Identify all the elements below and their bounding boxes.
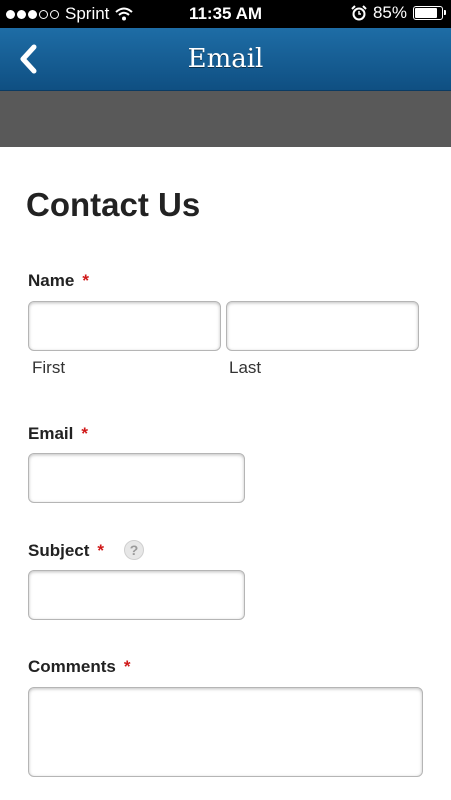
email-field[interactable]	[28, 453, 245, 503]
battery-tip	[444, 10, 446, 15]
help-icon[interactable]: ?	[124, 540, 144, 560]
last-name-sublabel: Last	[229, 358, 262, 377]
name-label: Name *	[28, 271, 89, 291]
comments-textarea[interactable]	[28, 687, 423, 777]
required-marker: *	[81, 424, 88, 443]
email-label-text: Email	[28, 424, 74, 443]
navigation-bar: Email	[0, 28, 451, 91]
first-name-sublabel: First	[32, 358, 66, 377]
subject-label-text: Subject	[28, 541, 90, 560]
comments-label: Comments *	[28, 657, 130, 677]
header-banner	[0, 91, 451, 147]
subject-field[interactable]	[28, 570, 245, 620]
comments-label-text: Comments	[28, 657, 116, 676]
nav-title: Email	[187, 44, 264, 74]
battery-percent: 85%	[372, 3, 407, 22]
name-label-text: Name	[28, 271, 75, 290]
last-name-input[interactable]	[226, 301, 419, 351]
first-name-input[interactable]	[28, 301, 221, 351]
status-right: 85%	[351, 3, 446, 23]
battery-icon	[413, 6, 446, 20]
subject-label: Subject *	[28, 541, 104, 561]
status-bar: Sprint 11:35 AM 85%	[0, 0, 451, 28]
battery-fill	[415, 8, 437, 18]
required-marker: *	[123, 657, 131, 676]
required-marker: *	[97, 541, 105, 560]
email-label: Email *	[28, 424, 88, 444]
page-title: Contact Us	[26, 186, 201, 223]
alarm-clock-icon	[351, 5, 367, 21]
required-marker: *	[82, 271, 89, 290]
